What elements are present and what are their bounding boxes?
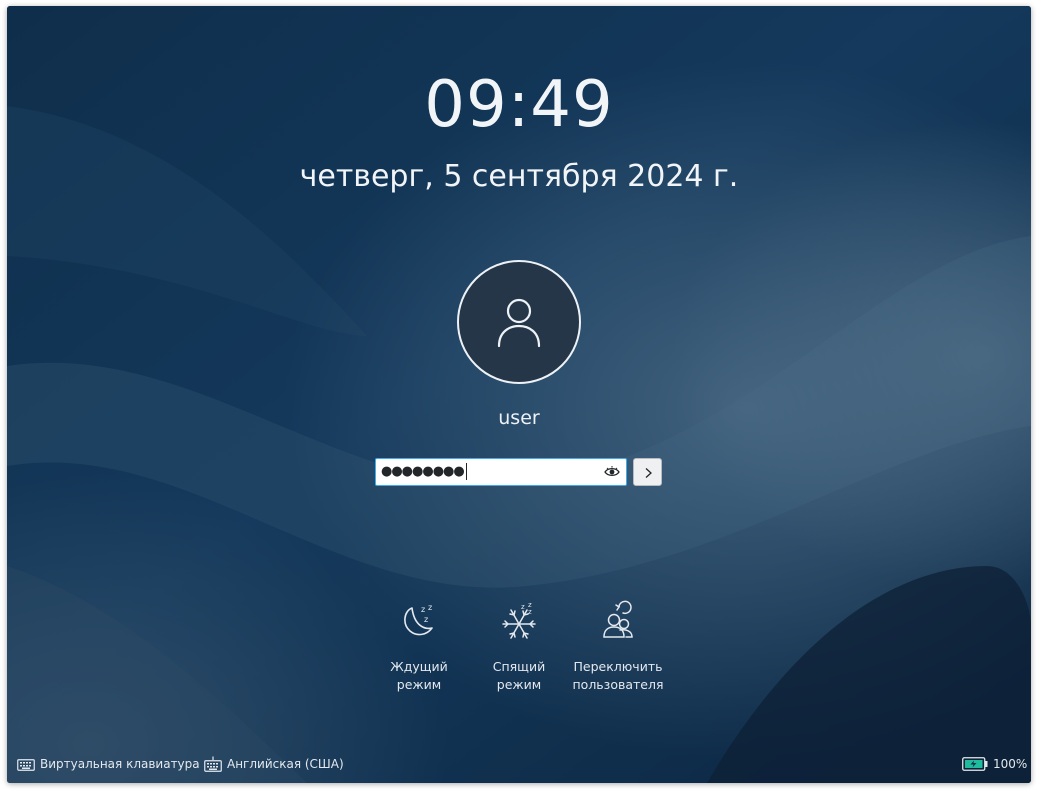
- hibernate-button[interactable]: z z z Спящий режим: [464, 600, 574, 694]
- password-value: ●●●●●●●●: [381, 460, 467, 484]
- battery-indicator[interactable]: 100%: [962, 754, 1027, 774]
- suspend-button[interactable]: z z z Ждущий режим: [364, 600, 474, 694]
- svg-text:z: z: [424, 615, 428, 624]
- snowflake-hibernate-icon: z z z: [502, 601, 536, 639]
- battery-icon: [962, 757, 988, 771]
- suspend-label: Ждущий режим: [390, 659, 448, 692]
- keyboard-layout-icon: [204, 756, 222, 772]
- battery-level: 100%: [993, 757, 1028, 771]
- virtual-keyboard-button[interactable]: Виртуальная клавиатура: [17, 754, 200, 774]
- moon-sleep-icon: z z z: [404, 603, 433, 636]
- virtual-keyboard-label: Виртуальная клавиатура: [40, 757, 200, 771]
- switch-user-button[interactable]: Переключить пользователя: [563, 600, 673, 694]
- show-password-icon[interactable]: [604, 465, 620, 479]
- switch-user-label: Переключить пользователя: [572, 659, 664, 692]
- user-avatar: [457, 260, 581, 384]
- svg-text:z: z: [528, 608, 532, 616]
- svg-text:z: z: [428, 603, 432, 612]
- svg-text:z: z: [421, 605, 425, 614]
- login-button[interactable]: [633, 458, 662, 486]
- hibernate-label: Спящий режим: [492, 659, 546, 692]
- username-label: user: [498, 407, 540, 429]
- clock-time: 09:49: [424, 68, 614, 142]
- clock-date: четверг, 5 сентября 2024 г.: [299, 159, 739, 194]
- chevron-right-icon: [645, 468, 652, 478]
- switch-user-icon: [603, 600, 633, 638]
- lock-screen: 09:49 четверг, 5 сентября 2024 г. user ●…: [7, 6, 1031, 783]
- keyboard-layout-label: Английская (США): [227, 757, 344, 771]
- keyboard-layout-button[interactable]: Английская (США): [204, 754, 344, 774]
- password-input[interactable]: ●●●●●●●●: [375, 458, 627, 486]
- svg-text:z: z: [521, 603, 525, 611]
- user-icon: [497, 298, 541, 348]
- keyboard-icon: [17, 759, 35, 771]
